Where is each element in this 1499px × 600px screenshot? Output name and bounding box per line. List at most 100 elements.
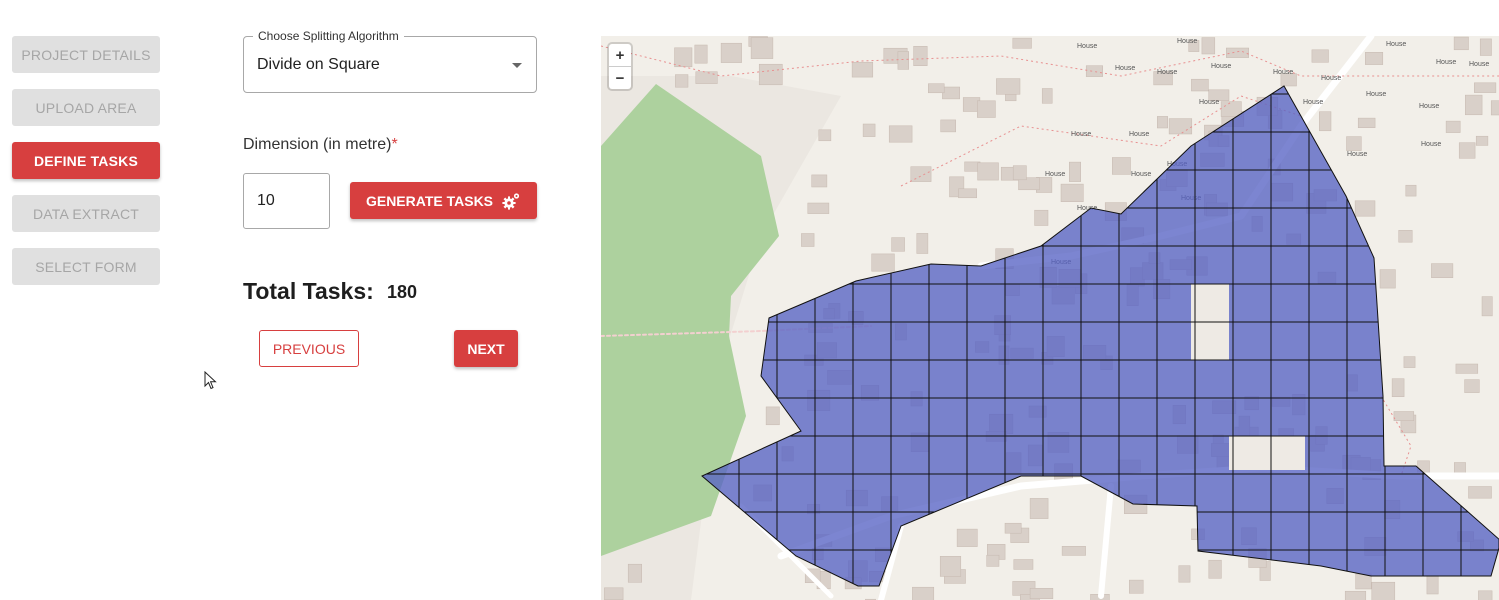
house-map-label: House — [1421, 141, 1441, 148]
building — [1365, 52, 1384, 65]
dimension-label: Dimension (in metre)* — [243, 136, 398, 154]
building — [1220, 101, 1242, 117]
building — [1465, 94, 1483, 116]
house-map-label: House — [1436, 59, 1456, 66]
house-map-label: House — [1045, 171, 1065, 178]
building — [1178, 565, 1191, 583]
step-data-extract[interactable]: DATA EXTRACT — [12, 195, 160, 232]
building — [1398, 230, 1413, 243]
house-map-label: House — [1177, 38, 1197, 45]
step-label: PROJECT DETAILS — [21, 46, 151, 63]
building — [916, 233, 929, 254]
building — [1344, 590, 1367, 600]
building — [897, 51, 909, 70]
splitting-algorithm-select[interactable]: Choose Splitting Algorithm Divide on Squ… — [243, 29, 537, 93]
zoom-in-button[interactable]: + — [609, 44, 631, 67]
building — [1481, 296, 1493, 317]
step-label: DATA EXTRACT — [32, 205, 140, 222]
task-area-polygon — [701, 85, 1499, 587]
house-map-label: House — [1469, 61, 1489, 68]
gear-icon — [501, 192, 521, 210]
house-map-label: House — [1419, 103, 1439, 110]
algorithm-legend: Choose Splitting Algorithm — [253, 29, 404, 43]
building — [956, 528, 978, 547]
step-label: DEFINE TASKS — [33, 152, 139, 169]
caret-down-icon — [512, 63, 522, 68]
step-upload-area[interactable]: UPLOAD AREA — [12, 89, 160, 126]
map-view[interactable]: House House House House House House House House… — [601, 36, 1499, 600]
building — [627, 563, 642, 583]
building — [1029, 498, 1049, 519]
building — [1168, 118, 1193, 135]
building — [1426, 575, 1439, 595]
step-label: SELECT FORM — [35, 258, 137, 275]
building — [871, 253, 895, 272]
building — [694, 44, 708, 64]
building — [811, 174, 828, 188]
building — [1490, 100, 1499, 116]
house-map-label: House — [1199, 99, 1219, 106]
excluded-cell — [1229, 436, 1305, 470]
building — [1458, 142, 1476, 159]
building — [1041, 88, 1053, 104]
building — [1085, 65, 1103, 77]
building — [1226, 47, 1249, 58]
step-select-form[interactable]: SELECT FORM — [12, 248, 160, 285]
building — [1431, 263, 1454, 278]
house-map-label: House — [1077, 43, 1097, 50]
house-map-label: House — [1303, 99, 1323, 106]
zoom-out-button[interactable]: − — [609, 67, 631, 89]
building — [750, 37, 774, 59]
building — [1208, 559, 1222, 579]
building — [1346, 136, 1362, 151]
building — [1319, 111, 1332, 132]
building — [891, 237, 905, 252]
building — [1061, 546, 1086, 556]
building — [977, 162, 999, 181]
step-label: UPLOAD AREA — [35, 99, 137, 116]
building — [758, 63, 783, 86]
generate-tasks-button[interactable]: GENERATE TASKS — [350, 182, 537, 219]
next-button[interactable]: NEXT — [454, 330, 518, 367]
building — [1129, 579, 1144, 594]
next-label: NEXT — [467, 340, 505, 357]
building — [807, 202, 830, 214]
building — [862, 123, 876, 137]
building — [1468, 486, 1492, 499]
zoom-control: + − — [609, 44, 631, 89]
building — [958, 188, 977, 199]
building — [942, 86, 960, 100]
building — [851, 61, 874, 78]
dimension-input[interactable] — [243, 173, 330, 229]
building — [801, 233, 815, 247]
step-project-details[interactable]: PROJECT DETAILS — [12, 36, 160, 73]
house-map-label: House — [1366, 91, 1386, 98]
building — [604, 587, 624, 600]
building — [1371, 581, 1396, 600]
required-mark: * — [391, 136, 398, 153]
building — [1464, 379, 1480, 393]
building — [1034, 209, 1049, 226]
house-map-label: House — [1115, 65, 1135, 72]
house-map-label: House — [1386, 41, 1406, 48]
building — [1112, 157, 1131, 175]
building — [996, 78, 1021, 95]
step-define-tasks[interactable]: DEFINE TASKS — [12, 142, 160, 179]
dimension-label-text: Dimension (in metre) — [243, 136, 392, 153]
previous-button[interactable]: PREVIOUS — [259, 330, 359, 367]
building — [1379, 269, 1396, 289]
building — [1354, 200, 1376, 217]
house-map-label: House — [1211, 63, 1231, 70]
building — [1405, 184, 1417, 197]
house-map-label: House — [1071, 131, 1091, 138]
house-map-label: House — [1273, 69, 1293, 76]
building — [1012, 165, 1027, 181]
building — [940, 119, 956, 133]
building — [1157, 116, 1168, 129]
building — [1445, 120, 1461, 133]
house-map-label: House — [1129, 131, 1149, 138]
building — [888, 125, 913, 143]
building — [977, 100, 996, 118]
building — [1069, 161, 1081, 182]
total-tasks-value: 180 — [387, 282, 418, 302]
